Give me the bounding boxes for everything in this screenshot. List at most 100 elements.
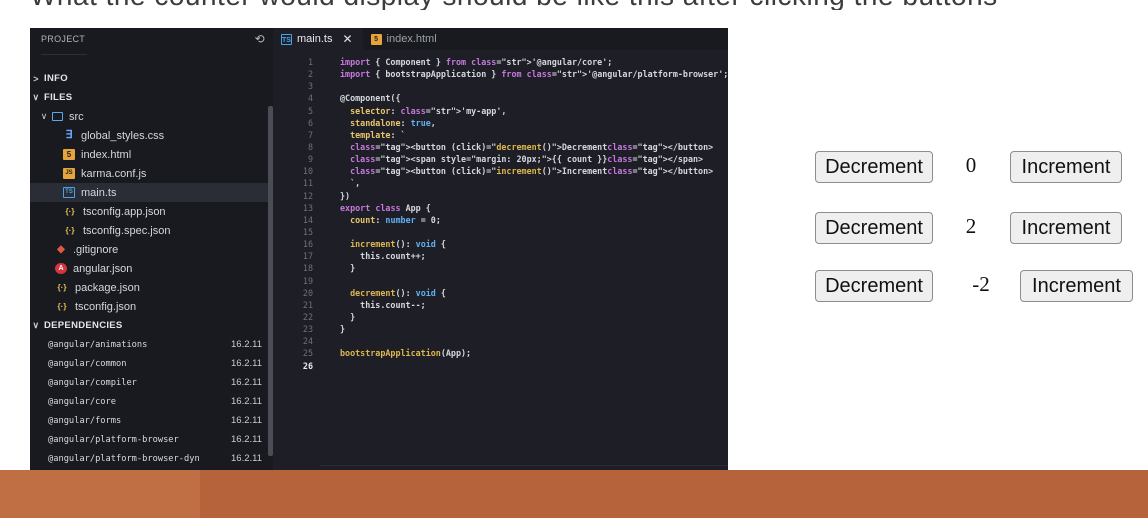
dependency-name: @angular/platform-browser: [48, 434, 179, 445]
increment-button[interactable]: Increment: [1010, 212, 1122, 244]
html-file-icon: 5: [370, 33, 382, 45]
file-item[interactable]: JS karma.conf.js: [30, 164, 268, 183]
file-item[interactable]: {·} tsconfig.app.json: [30, 202, 268, 221]
line-number: 18: [302, 263, 313, 274]
code-line: 22 }: [273, 311, 728, 323]
dependency-item[interactable]: @angular/platform-browser 16.2.11: [30, 430, 268, 449]
dependency-item[interactable]: @angular/forms 16.2.11: [30, 411, 268, 430]
code-text: }: [340, 311, 356, 322]
dependency-version: 16.2.11: [231, 358, 262, 369]
file-item[interactable]: ∃ global_styles.css: [30, 126, 268, 145]
line-number: 23: [302, 324, 313, 335]
decrement-button[interactable]: Decrement: [815, 212, 933, 244]
dependency-item[interactable]: @angular/platform-browser-dyn 16.2.11: [30, 449, 268, 468]
code-text: decrement(): void {: [350, 287, 446, 298]
code-text: }): [340, 190, 351, 201]
project-sidebar: PROJECT ⟲ > INFO ∨ FILES ∨ src ∃ global_styl…: [30, 28, 273, 512]
code-text: count: number = 0;: [350, 214, 441, 225]
code-text: import { bootstrapApplication } from cla…: [340, 69, 728, 80]
line-number: 1: [307, 57, 313, 67]
line-number: 26: [302, 360, 313, 371]
chevron-down-icon: ∨: [40, 111, 48, 121]
increment-button[interactable]: Increment: [1020, 270, 1133, 302]
file-item[interactable]: Aangular.json: [30, 259, 268, 278]
code-text: template: `: [350, 129, 406, 140]
dependency-version: 16.2.11: [231, 377, 262, 388]
tab-index-html[interactable]: 5 index.html: [363, 28, 447, 50]
section-label: FILES: [44, 92, 73, 103]
file-label: tsconfig.json: [75, 300, 137, 313]
file-label: main.ts: [81, 186, 117, 199]
dependency-item[interactable]: @angular/animations 16.2.11: [30, 335, 268, 354]
code-line: 14 count: number = 0;: [273, 214, 728, 226]
code-line: 20 decrement(): void {: [273, 287, 728, 299]
dependency-item[interactable]: @angular/common 16.2.11: [30, 354, 268, 373]
dependency-item[interactable]: @angular/compiler 16.2.11: [30, 373, 268, 392]
increment-button[interactable]: Increment: [1010, 151, 1122, 183]
decrement-button[interactable]: Decrement: [815, 270, 933, 302]
line-number: 8: [307, 141, 313, 152]
file-item[interactable]: ◆ .gitignore: [30, 240, 268, 259]
code-line: 18 }: [273, 262, 728, 274]
line-number: 6: [307, 117, 313, 128]
dependency-version: 16.2.11: [231, 396, 262, 407]
dependency-name: @angular/forms: [48, 415, 122, 426]
dependency-version: 16.2.11: [231, 453, 262, 464]
code-area[interactable]: 1 import { Component } from class="str">'…: [273, 56, 728, 372]
sidebar-divider: [41, 54, 87, 55]
file-item[interactable]: TS main.ts: [30, 183, 268, 202]
json-file-icon: {·}: [57, 283, 67, 292]
section-files[interactable]: ∨ FILES: [30, 88, 268, 107]
code-line: 24: [273, 335, 728, 347]
tab-main-ts[interactable]: TS main.ts ✕: [273, 28, 363, 50]
file-item[interactable]: 5 index.html: [30, 145, 268, 164]
code-text: }: [340, 324, 346, 335]
section-dependencies[interactable]: ∨ DEPENDENCIES: [30, 316, 268, 335]
code-line: 8 class="tag"><button (click)="decrement…: [273, 141, 728, 153]
chevron-right-icon: >: [33, 73, 39, 84]
json-file-icon: {·}: [57, 302, 67, 311]
file-item[interactable]: {·} tsconfig.spec.json: [30, 221, 268, 240]
close-icon[interactable]: ✕: [342, 32, 352, 46]
file-label: tsconfig.spec.json: [83, 224, 171, 237]
sidebar-header: PROJECT ⟲: [30, 28, 273, 50]
slide-title: What the counter would display should be…: [30, 0, 1130, 10]
code-text: bootstrapApplication(App);: [340, 348, 472, 359]
code-line: 2 import { bootstrapApplication } from cl…: [273, 68, 728, 80]
dependency-name: @angular/compiler: [48, 377, 137, 388]
section-info[interactable]: > INFO: [30, 69, 268, 88]
refresh-icon[interactable]: ⟲: [255, 32, 265, 46]
code-line: 12}): [273, 190, 728, 202]
editor-pane: TS main.ts ✕ 5 index.html 1 import { Comp…: [273, 28, 728, 512]
line-number: 11: [302, 178, 313, 189]
line-number: 22: [302, 311, 313, 322]
dependency-item[interactable]: @angular/core 16.2.11: [30, 392, 268, 411]
folder-src[interactable]: ∨ src: [30, 107, 268, 126]
line-number: 16: [302, 239, 313, 250]
code-line: 10 class="tag"><button (click)="incremen…: [273, 165, 728, 177]
json-file-icon: {·}: [65, 226, 75, 235]
code-text: class="tag"><button (click)="decrement()…: [350, 141, 714, 152]
line-number: 19: [302, 275, 313, 286]
code-line: 5 selector: class="str">'my-app',: [273, 105, 728, 117]
code-text: increment(): void {: [350, 239, 446, 250]
line-number: 20: [302, 287, 313, 298]
git-icon: ◆: [57, 244, 65, 255]
line-number: 24: [302, 336, 313, 347]
file-item[interactable]: {·} package.json: [30, 278, 268, 297]
code-line: 26: [273, 360, 728, 372]
tab-bar: TS main.ts ✕ 5 index.html: [273, 28, 728, 50]
decrement-button[interactable]: Decrement: [815, 151, 933, 183]
file-item[interactable]: {·} tsconfig.json: [30, 297, 268, 316]
section-label: INFO: [44, 73, 68, 84]
dependency-version: 16.2.11: [231, 415, 262, 426]
line-number: 7: [307, 129, 313, 140]
line-number: 4: [307, 93, 313, 104]
file-label: package.json: [75, 281, 140, 294]
code-text: export class App {: [340, 202, 431, 213]
counter-value: 2: [965, 214, 977, 238]
code-text: @Component({: [340, 93, 401, 104]
